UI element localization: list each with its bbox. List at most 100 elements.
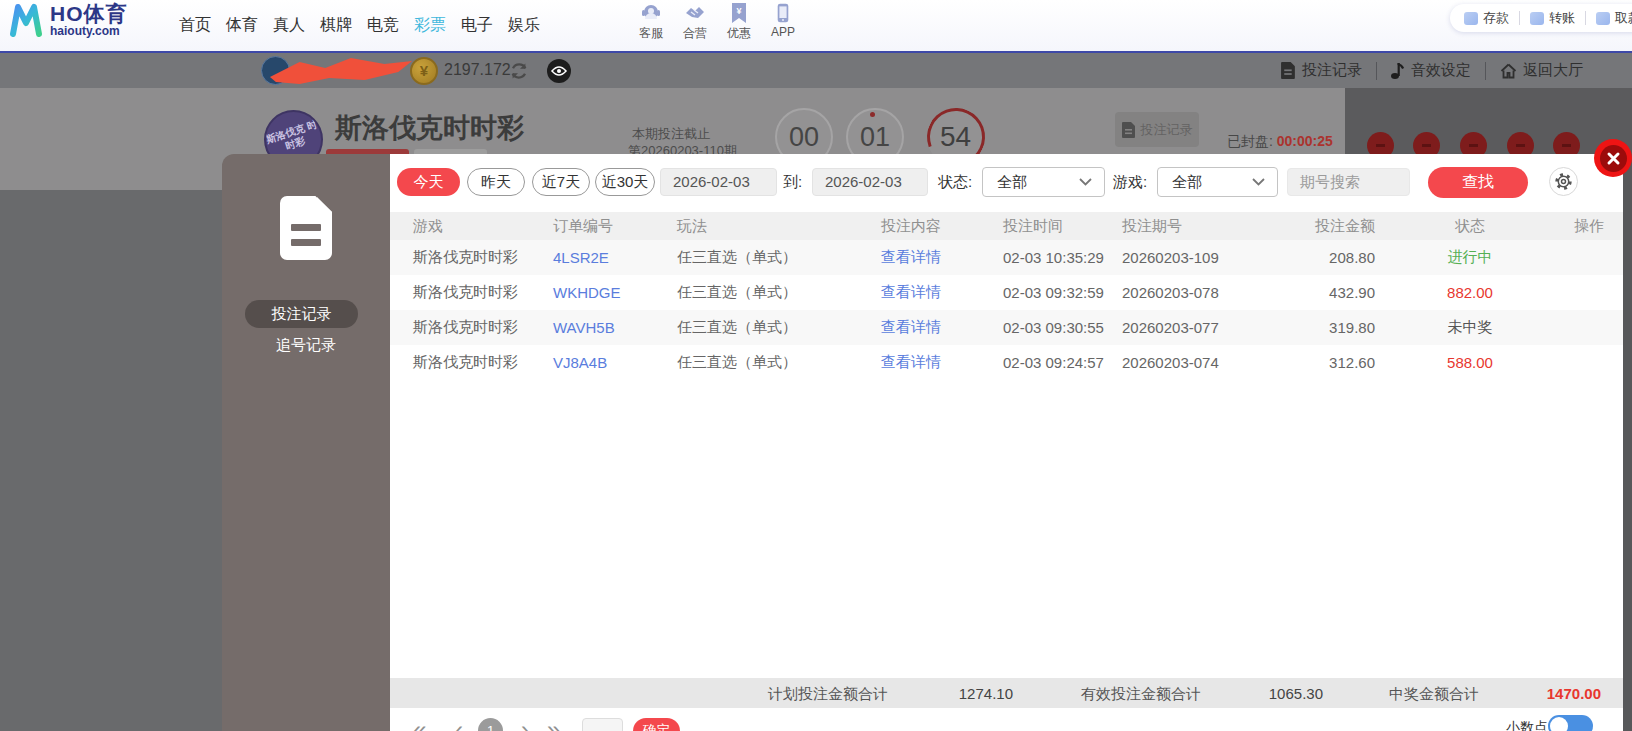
quick-link-promo[interactable]: ¥ 优惠 — [717, 2, 761, 42]
brand-domain: haiouty.com — [50, 25, 128, 37]
document-icon — [1122, 122, 1136, 138]
balance-amount: 2197.172 — [444, 61, 511, 79]
cell-order-id: WAVH5B — [553, 319, 677, 336]
chevron-down-icon — [1079, 178, 1092, 186]
nav-item-slots[interactable]: 电子 — [461, 15, 493, 36]
modal-close-button[interactable] — [1594, 139, 1632, 177]
document-icon — [1281, 62, 1296, 79]
quick-link-partner[interactable]: 合营 — [673, 2, 717, 42]
record-modal-panel: 今天 昨天 近7天 近30天 2026-02-03 到: 2026-02-03 … — [390, 154, 1623, 731]
cell-content: 查看详情 — [881, 248, 1003, 267]
date-to-input[interactable]: 2026-02-03 — [812, 168, 928, 196]
order-id-link[interactable]: WAVH5B — [553, 319, 615, 336]
decimal-toggle[interactable] — [1548, 715, 1593, 731]
prev-page-button[interactable]: ‹ — [455, 716, 463, 731]
page-number-input[interactable] — [582, 718, 623, 731]
period-search-input[interactable]: 期号搜索 — [1287, 168, 1410, 196]
nav-item-cards[interactable]: 棋牌 — [320, 15, 352, 36]
table-body: 斯洛伐克时时彩4LSR2E任三直选（单式）查看详情02-03 10:35:292… — [390, 240, 1623, 380]
game-label: 游戏: — [1113, 173, 1147, 192]
deposit-button[interactable]: 存款 — [1464, 9, 1509, 27]
cell-amount: 208.80 — [1252, 249, 1385, 266]
view-details-link[interactable]: 查看详情 — [881, 283, 941, 300]
cell-amount: 432.90 — [1252, 284, 1385, 301]
filter-yesterday-button[interactable]: 昨天 — [467, 168, 525, 196]
settings-gear-button[interactable] — [1549, 167, 1578, 196]
quick-link-service[interactable]: 客服 — [629, 2, 673, 42]
svg-text:¥: ¥ — [736, 6, 741, 16]
plan-total-label: 计划投注金额合计 — [768, 685, 888, 704]
coin-icon: ¥ — [410, 57, 438, 85]
order-id-link[interactable]: VJ8A4B — [553, 354, 607, 371]
to-label: 到: — [783, 173, 802, 192]
page-confirm-button[interactable]: 确定 — [633, 718, 680, 731]
cell-game: 斯洛伐克时时彩 — [413, 318, 553, 337]
cell-status: 未中奖 — [1385, 318, 1555, 337]
summary-bar: 计划投注金额合计 1274.10 有效投注金额合计 1065.30 中奖金额合计… — [390, 678, 1623, 708]
document-icon — [280, 196, 332, 260]
filter-today-button[interactable]: 今天 — [397, 168, 460, 196]
quick-links: 客服 合营 ¥ 优惠 APP — [629, 2, 805, 42]
refresh-icon[interactable] — [508, 60, 530, 82]
top-navigation-bar: HO体育 haiouty.com 首页 体育 真人 棋牌 电竞 彩票 电子 娱乐… — [0, 0, 1632, 53]
bet-record-button[interactable]: 投注记录 — [1115, 112, 1199, 147]
view-details-link[interactable]: 查看详情 — [881, 318, 941, 335]
status-label: 状态: — [938, 173, 972, 192]
transfer-button[interactable]: 转账 — [1530, 9, 1575, 27]
brand-logo[interactable]: HO体育 haiouty.com — [8, 3, 128, 37]
cell-time: 02-03 09:32:59 — [1003, 284, 1122, 301]
chevron-down-icon — [1252, 178, 1265, 186]
game-select[interactable]: 全部 — [1157, 167, 1278, 197]
cell-amount: 312.60 — [1252, 354, 1385, 371]
view-details-link[interactable]: 查看详情 — [881, 353, 941, 370]
filter-30days-button[interactable]: 近30天 — [595, 168, 655, 196]
decimal-toggle-label: 小数点 — [1506, 719, 1548, 731]
sidebar-item-chase-records[interactable]: 追号记录 — [222, 336, 390, 355]
table-row: 斯洛伐克时时彩WAVH5B任三直选（单式）查看详情02-03 09:30:552… — [390, 310, 1623, 345]
cell-status: 882.00 — [1385, 284, 1555, 301]
coupon-icon: ¥ — [732, 2, 746, 24]
order-id-link[interactable]: WKHDGE — [553, 284, 621, 301]
eye-icon[interactable] — [547, 59, 571, 83]
filter-7days-button[interactable]: 近7天 — [532, 168, 590, 196]
headset-icon — [641, 2, 661, 24]
cell-play: 任三直选（单式） — [677, 353, 881, 372]
cell-period: 20260203-109 — [1122, 249, 1252, 266]
last-page-button[interactable]: » — [547, 716, 560, 731]
brand-name: HO体育 — [50, 3, 128, 25]
cell-game: 斯洛伐克时时彩 — [413, 353, 553, 372]
cell-time: 02-03 09:30:55 — [1003, 319, 1122, 336]
nav-item-home[interactable]: 首页 — [179, 15, 211, 36]
find-button[interactable]: 查找 — [1428, 167, 1528, 198]
withdraw-button[interactable]: 取款 — [1596, 9, 1632, 27]
current-page-badge[interactable]: 1 — [478, 718, 503, 731]
view-details-link[interactable]: 查看详情 — [881, 248, 941, 265]
page: 斯洛伐克 时时彩 斯洛伐克时时彩 本期投注截止 第20260203-110期 0… — [0, 0, 1632, 731]
back-to-lobby-link[interactable]: 返回大厅 — [1500, 61, 1583, 80]
nav-item-sports[interactable]: 体育 — [226, 15, 258, 36]
order-id-link[interactable]: 4LSR2E — [553, 249, 609, 266]
cell-period: 20260203-074 — [1122, 354, 1252, 371]
status-select[interactable]: 全部 — [982, 167, 1105, 197]
close-icon — [1600, 145, 1627, 172]
first-page-button[interactable]: « — [413, 716, 426, 731]
nav-item-entertainment[interactable]: 娱乐 — [508, 15, 540, 36]
bet-record-link[interactable]: 投注记录 — [1281, 61, 1362, 80]
home-icon — [1500, 63, 1517, 79]
gear-icon — [1554, 172, 1573, 191]
nav-item-live[interactable]: 真人 — [273, 15, 305, 36]
quick-link-app[interactable]: APP — [761, 2, 805, 42]
date-from-input[interactable]: 2026-02-03 — [660, 168, 777, 196]
plan-total-value: 1274.10 — [953, 685, 1013, 702]
next-page-button[interactable]: › — [521, 716, 529, 731]
nav-item-esports[interactable]: 电竞 — [367, 15, 399, 36]
main-nav: 首页 体育 真人 棋牌 电竞 彩票 电子 娱乐 — [179, 0, 540, 51]
sidebar-item-bet-records[interactable]: 投注记录 — [245, 300, 358, 328]
cell-status: 进行中 — [1385, 248, 1555, 267]
game-right-strip — [1623, 154, 1632, 731]
sound-settings-link[interactable]: 音效设定 — [1391, 61, 1471, 80]
nav-item-lottery[interactable]: 彩票 — [414, 15, 446, 36]
pagination: « ‹ 1 › » 确定 小数点 — [390, 715, 1623, 731]
user-bar: ¥ 2197.172 投注记录 音效设定 返回大厅 — [0, 53, 1632, 88]
win-total-value: 1470.00 — [1541, 685, 1601, 702]
